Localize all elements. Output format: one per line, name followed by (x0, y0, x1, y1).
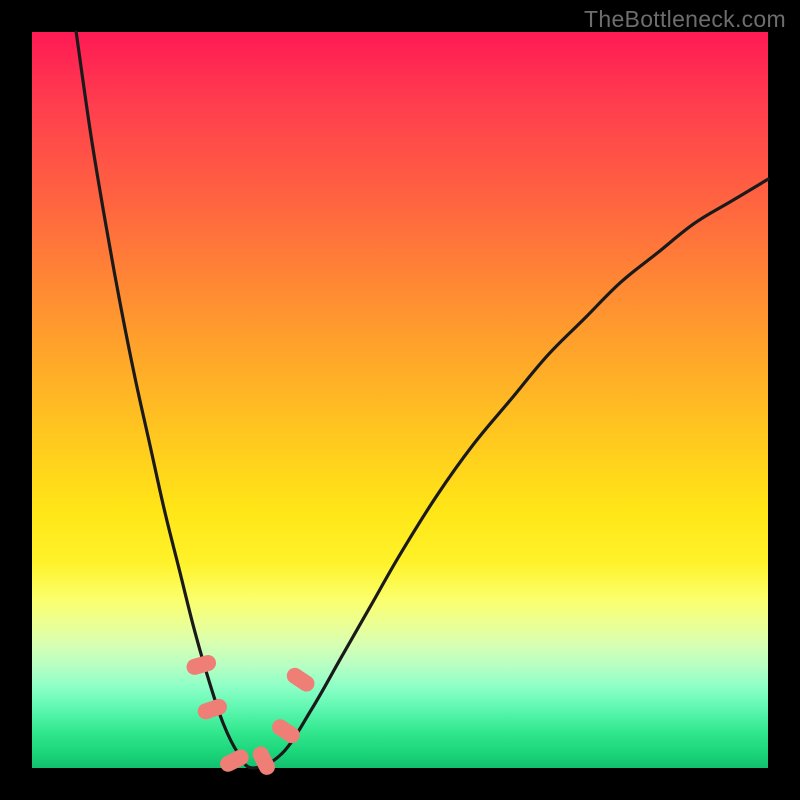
curve-marker (185, 653, 218, 677)
bottleneck-curve-svg (32, 32, 768, 768)
curve-marker (284, 665, 318, 695)
bottleneck-curve (76, 32, 768, 768)
curve-markers (185, 653, 318, 777)
curve-marker (269, 716, 303, 746)
chart-frame: TheBottleneck.com (0, 0, 800, 800)
plot-area (32, 32, 768, 768)
curve-marker (196, 697, 230, 722)
curve-marker (217, 747, 251, 775)
watermark-text: TheBottleneck.com (584, 6, 786, 33)
